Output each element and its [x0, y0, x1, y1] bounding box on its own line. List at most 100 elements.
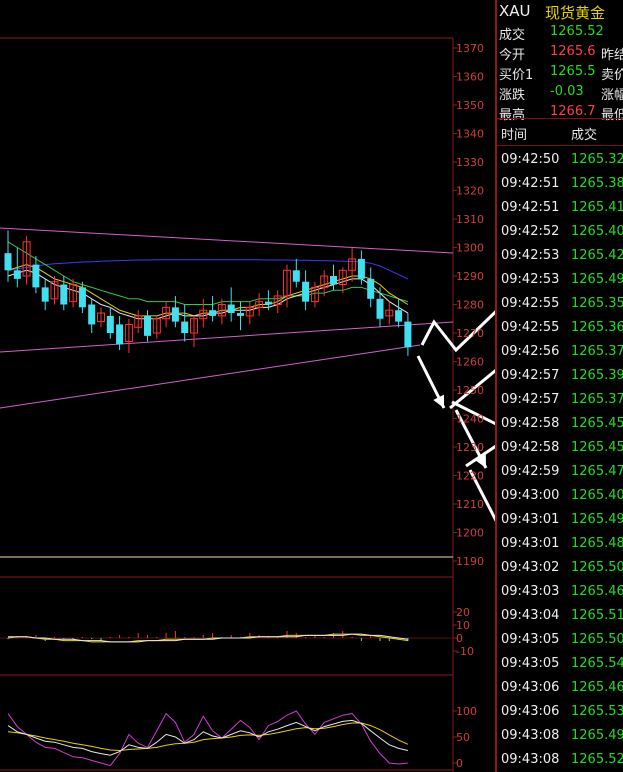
- candle-body: [13, 270, 21, 279]
- price-tick-label: 1320: [456, 185, 484, 198]
- tick-time: 09:42:50: [501, 152, 560, 167]
- candle-body: [330, 276, 337, 285]
- price-tick-label: 1220: [456, 470, 484, 483]
- candle-body: [404, 321, 412, 348]
- kdj-tick-label: 0: [456, 757, 463, 770]
- tick-row: 09:42:59 1265.47: [497, 460, 623, 484]
- macd-tick-label: 10: [456, 619, 470, 632]
- tick-price: 1265.52: [571, 752, 623, 767]
- quote-label-secondary: 卖价: [601, 68, 623, 83]
- candle-body: [302, 281, 310, 302]
- tick-time: 09:42:56: [501, 344, 560, 359]
- price-tick-label: 1210: [456, 498, 484, 511]
- quote-value: 1265.5: [550, 64, 596, 79]
- tick-time: 09:42:57: [501, 368, 560, 383]
- price-tick-label: 1190: [456, 555, 484, 568]
- quote-label: 成交: [499, 28, 526, 43]
- quote-label-secondary: 昨结: [601, 48, 623, 63]
- tick-row: 09:42:57 1265.37: [497, 388, 623, 412]
- tick-row: 09:43:01 1265.48: [497, 532, 623, 556]
- tick-price: 1265.50: [571, 560, 623, 575]
- price-tick-label: 1370: [456, 42, 484, 55]
- symbol-name: 现货黄金: [545, 4, 606, 22]
- tick-time: 09:42:58: [501, 416, 560, 431]
- quote-label: 买价1: [499, 68, 534, 83]
- kdj-tick-label: 50: [456, 731, 470, 744]
- quote-row: 涨跌 -0.03 涨幅: [497, 83, 623, 103]
- tick-row: 09:43:08 1265.49: [497, 724, 623, 748]
- tick-row: 09:43:05 1265.50: [497, 628, 623, 652]
- tick-price: 1265.37: [571, 392, 623, 407]
- tick-price: 1265.37: [571, 344, 623, 359]
- chart-grid: [0, 37, 454, 772]
- candle-body: [237, 313, 244, 316]
- tick-row: 09:42:50 1265.32: [497, 148, 623, 172]
- quote-row: 成交 1265.52: [497, 23, 623, 43]
- price-tick-label: 1300: [456, 242, 484, 255]
- tick-row: 09:42:57 1265.39: [497, 364, 623, 388]
- kdj-panel: [7, 710, 409, 767]
- tick-time: 09:42:52: [501, 224, 560, 239]
- tick-price: 1265.51: [571, 608, 623, 623]
- ticks-header-time: 时间: [501, 128, 528, 143]
- candle-body: [367, 278, 375, 299]
- kline-chart[interactable]: 1370 1360 1350 1340 1330 1320 1310 1300 1290 1280…: [0, 0, 495, 772]
- quote-value: 1265.52: [550, 24, 604, 39]
- tick-time: 09:42:53: [501, 272, 560, 287]
- candle-body: [116, 324, 124, 345]
- candle-body: [264, 301, 272, 305]
- tick-time: 09:43:08: [501, 752, 560, 767]
- candle-body: [357, 258, 365, 279]
- candle-body: [181, 321, 189, 333]
- tick-price: 1265.46: [571, 680, 623, 695]
- tick-price: 1265.42: [571, 248, 623, 263]
- tick-price: 1265.50: [571, 632, 623, 647]
- tick-row: 09:43:02 1265.50: [497, 556, 623, 580]
- trendline-upper: [0, 227, 454, 254]
- candle-body: [4, 253, 12, 271]
- tick-time: 09:42:55: [501, 296, 560, 311]
- tick-row: 09:42:51 1265.41: [497, 196, 623, 220]
- tick-price: 1265.32: [571, 152, 623, 167]
- candle-body: [32, 264, 40, 288]
- macd-tick-label: 20: [456, 606, 470, 619]
- tick-time: 09:43:01: [501, 536, 560, 551]
- ticks-header-price: 成交: [571, 128, 598, 143]
- candle-body: [106, 315, 114, 333]
- tick-price: 1265.45: [571, 416, 623, 431]
- candle-body: [88, 304, 96, 325]
- tick-time: 09:42:57: [501, 392, 560, 407]
- quote-header: XAU 现货黄金: [497, 0, 623, 22]
- tick-price: 1265.54: [571, 656, 623, 671]
- macd-tick-label: -10: [456, 645, 474, 658]
- candle-body: [171, 307, 179, 322]
- tick-time: 09:43:05: [501, 656, 560, 671]
- tick-row: 09:43:08 1265.52: [497, 748, 623, 772]
- price-tick-label: 1340: [456, 128, 484, 141]
- tick-time: 09:43:01: [501, 512, 560, 527]
- tick-time: 09:43:08: [501, 728, 560, 743]
- macd-panel: [0, 631, 453, 643]
- tick-price: 1265.38: [571, 176, 623, 191]
- tick-row: 09:43:03 1265.46: [497, 580, 623, 604]
- candle-body: [376, 298, 384, 319]
- tick-price: 1265.41: [571, 200, 623, 215]
- candle-body: [41, 287, 49, 302]
- tick-time: 09:42:59: [501, 464, 560, 479]
- tick-row: 09:43:01 1265.49: [497, 508, 623, 532]
- quote-label-secondary: 涨幅: [601, 88, 623, 103]
- price-tick-label: 1280: [456, 299, 484, 312]
- tick-row: 09:42:58 1265.45: [497, 412, 623, 436]
- price-tick-label: 1260: [456, 356, 484, 369]
- tick-row: 09:43:04 1265.51: [497, 604, 623, 628]
- ticks-header: 时间 成交: [497, 118, 623, 146]
- tick-price: 1265.40: [571, 224, 623, 239]
- quote-value: 1265.6: [550, 44, 596, 59]
- tick-time: 09:43:06: [501, 704, 560, 719]
- tick-price: 1265.40: [571, 488, 623, 503]
- candle-body: [60, 284, 68, 305]
- tick-price: 1265.49: [571, 272, 623, 287]
- tick-price: 1265.36: [571, 320, 623, 335]
- price-tick-label: 1360: [456, 71, 484, 84]
- tick-price: 1265.53: [571, 704, 623, 719]
